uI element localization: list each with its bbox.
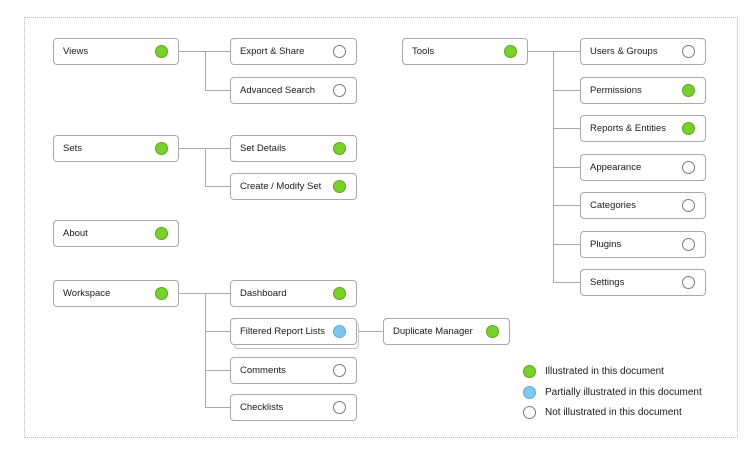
node-settings-label: Settings (590, 277, 625, 288)
status-dot-icon (682, 83, 695, 97)
legend-blue-dot-icon (523, 385, 536, 399)
node-duplicate-manager[interactable]: Duplicate Manager (383, 318, 510, 345)
node-plugins[interactable]: Plugins (580, 231, 706, 258)
legend-white-dot-icon (523, 405, 536, 419)
node-comments[interactable]: Comments (230, 357, 357, 384)
legend-illustrated-label: Illustrated in this document (545, 365, 664, 377)
status-dot-icon (682, 160, 695, 174)
node-appearance[interactable]: Appearance (580, 154, 706, 181)
legend-green-dot-icon (523, 364, 536, 378)
node-sets[interactable]: Sets (53, 135, 179, 162)
status-dot-icon (333, 83, 346, 97)
node-tools-label: Tools (412, 46, 435, 57)
node-create-modify-set[interactable]: Create / Modify Set (230, 173, 357, 200)
node-about[interactable]: About (53, 220, 179, 247)
status-dot-icon (682, 237, 695, 251)
node-comments-label: Comments (240, 365, 286, 376)
node-categories[interactable]: Categories (580, 192, 706, 219)
node-export-share-label: Export & Share (240, 46, 305, 57)
node-categories-label: Categories (590, 200, 636, 211)
status-dot-icon (333, 179, 346, 193)
status-dot-icon (333, 363, 346, 377)
node-plugins-label: Plugins (590, 239, 622, 250)
node-checklists[interactable]: Checklists (230, 394, 357, 421)
node-workspace-label: Workspace (63, 288, 111, 299)
node-advanced-search[interactable]: Advanced Search (230, 77, 357, 104)
node-users-groups-label: Users & Groups (590, 46, 658, 57)
status-dot-icon (682, 121, 695, 135)
node-reports-entities[interactable]: Reports & Entities (580, 115, 706, 142)
status-dot-icon (155, 286, 168, 300)
status-dot-icon (333, 141, 346, 155)
node-filtered-report-lists[interactable]: Filtered Report Lists (230, 318, 357, 345)
views-connector (179, 51, 231, 91)
node-set-details[interactable]: Set Details (230, 135, 357, 162)
tools-connector (528, 51, 581, 283)
legend-not-illustrated-label: Not illustrated in this document (545, 406, 682, 418)
node-reports-entities-label: Reports & Entities (590, 123, 667, 134)
node-dashboard[interactable]: Dashboard (230, 280, 357, 307)
status-dot-icon (155, 141, 168, 155)
node-settings[interactable]: Settings (580, 269, 706, 296)
node-appearance-label: Appearance (590, 162, 642, 173)
legend-illustrated: Illustrated in this document (523, 364, 664, 378)
node-advanced-search-label: Advanced Search (240, 85, 315, 96)
status-dot-icon (155, 44, 168, 58)
legend-not-illustrated: Not illustrated in this document (523, 405, 682, 419)
node-dashboard-label: Dashboard (240, 288, 287, 299)
node-about-label: About (63, 228, 88, 239)
legend-partial: Partially illustrated in this document (523, 385, 702, 399)
node-filtered-report-lists-label: Filtered Report Lists (240, 326, 326, 337)
node-workspace[interactable]: Workspace (53, 280, 179, 307)
node-permissions-label: Permissions (590, 85, 642, 96)
node-set-details-label: Set Details (240, 143, 286, 154)
status-dot-icon (333, 400, 346, 414)
status-dot-icon (155, 226, 168, 240)
node-sets-label: Sets (63, 143, 83, 154)
status-dot-icon (504, 44, 517, 58)
node-users-groups[interactable]: Users & Groups (580, 38, 706, 65)
node-create-modify-set-label: Create / Modify Set (240, 181, 322, 192)
sets-connector (179, 148, 231, 187)
node-views[interactable]: Views (53, 38, 179, 65)
status-dot-icon (682, 275, 695, 289)
status-dot-icon (333, 324, 346, 338)
status-dot-icon (333, 44, 346, 58)
node-views-label: Views (63, 46, 89, 57)
node-export-share[interactable]: Export & Share (230, 38, 357, 65)
node-tools[interactable]: Tools (402, 38, 528, 65)
status-dot-icon (333, 286, 346, 300)
node-checklists-label: Checklists (240, 402, 284, 413)
node-permissions[interactable]: Permissions (580, 77, 706, 104)
status-dot-icon (486, 324, 499, 338)
node-duplicate-manager-label: Duplicate Manager (393, 326, 473, 337)
status-dot-icon (682, 198, 695, 212)
status-dot-icon (682, 44, 695, 58)
workspace-connector (179, 293, 231, 408)
legend-partial-label: Partially illustrated in this document (545, 386, 702, 398)
